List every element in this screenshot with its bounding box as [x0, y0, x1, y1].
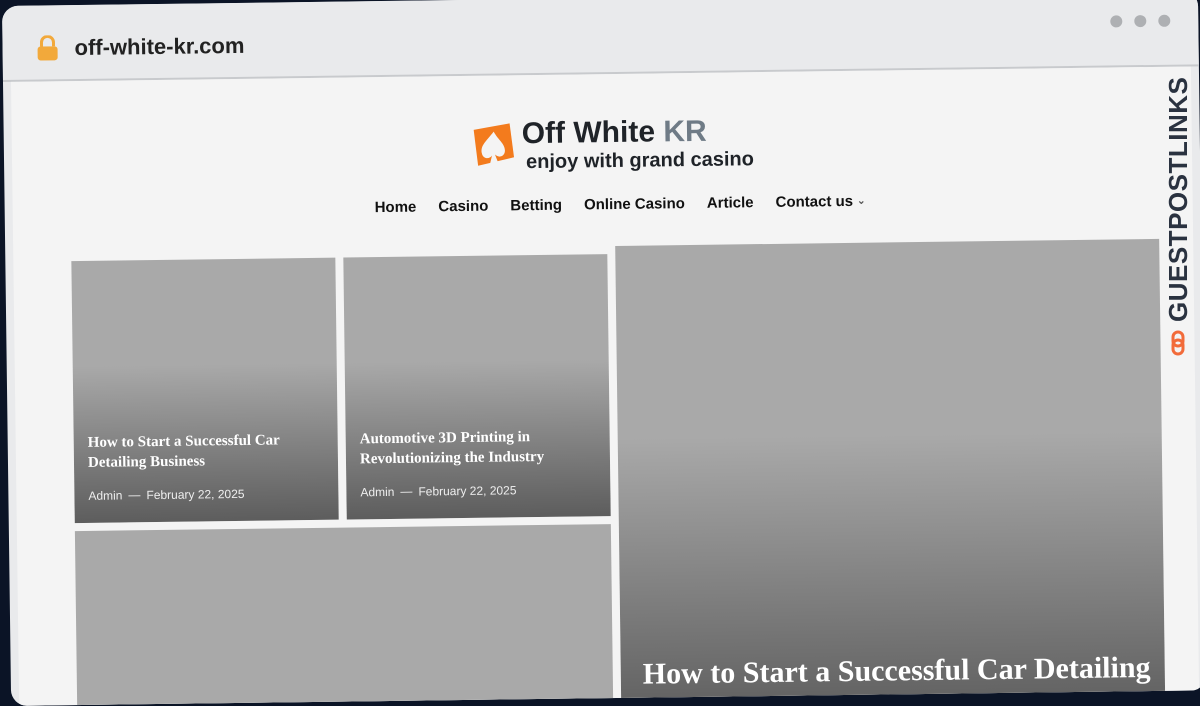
featured-post-card[interactable]: How to Start a Successful Car Detailing [615, 238, 1166, 706]
window-controls [1110, 14, 1171, 28]
url-text[interactable]: off-white-kr.com [74, 33, 244, 61]
badge-text: GUESTPOSTLINKS [1162, 76, 1193, 322]
post-date: February 22, 2025 [418, 483, 517, 499]
site-logo[interactable]: Off White KR enjoy with grand casino [469, 112, 754, 176]
spade-icon [473, 123, 515, 166]
chevron-down-icon: ⌄ [856, 195, 866, 207]
featured-post-title[interactable]: How to Start a Successful Car Detailing [643, 651, 1163, 692]
logo-tagline: enjoy with grand casino [525, 148, 755, 174]
nav-item-contact-label: Contact us [775, 192, 854, 211]
nav-item-contact[interactable]: Contact us ⌄ [775, 193, 865, 211]
badge-text-wrap: GUESTPOSTLINKS [1160, 56, 1196, 356]
window-dot[interactable] [1134, 15, 1147, 28]
post-card[interactable]: Automotive 3D Printing in Revolutionizin… [343, 254, 611, 520]
logo-title-main: Off White [521, 115, 656, 151]
link-icon [1171, 330, 1185, 356]
logo-title: Off White KR [522, 115, 707, 151]
post-card[interactable]: How to Start a Successful Car Detailing … [71, 257, 339, 524]
browser-window: off-white-kr.com Off White KR enjoy with… [2, 0, 1200, 706]
nav-item-home[interactable]: Home [375, 199, 417, 217]
post-date: February 22, 2025 [146, 486, 245, 503]
meta-divider [400, 491, 413, 493]
window-dot[interactable] [1110, 15, 1123, 28]
nav-item-online-casino[interactable]: Online Casino [584, 195, 685, 213]
logo-title-accent: KR [663, 114, 707, 149]
post-meta: Admin February 22, 2025 [360, 483, 516, 499]
web-page: Off White KR enjoy with grand casino Hom… [10, 66, 1200, 706]
nav-item-article[interactable]: Article [707, 194, 754, 212]
post-meta: Admin February 22, 2025 [88, 487, 244, 503]
window-dot[interactable] [1158, 14, 1171, 27]
post-title[interactable]: Automotive 3D Printing in Revolutionizin… [360, 426, 591, 469]
nav-item-betting[interactable]: Betting [510, 197, 562, 215]
guestpostlinks-badge: GUESTPOSTLINKS [1160, 56, 1196, 356]
meta-divider [128, 494, 141, 496]
nav-item-casino[interactable]: Casino [438, 198, 488, 216]
post-title[interactable]: How to Start a Successful Car Detailing … [88, 430, 319, 473]
post-card[interactable] [74, 524, 614, 706]
post-author[interactable]: Admin [88, 488, 122, 502]
main-nav: Home Casino Betting Online Casino Articl… [375, 193, 866, 216]
lock-icon [37, 35, 58, 61]
post-author[interactable]: Admin [360, 485, 394, 499]
